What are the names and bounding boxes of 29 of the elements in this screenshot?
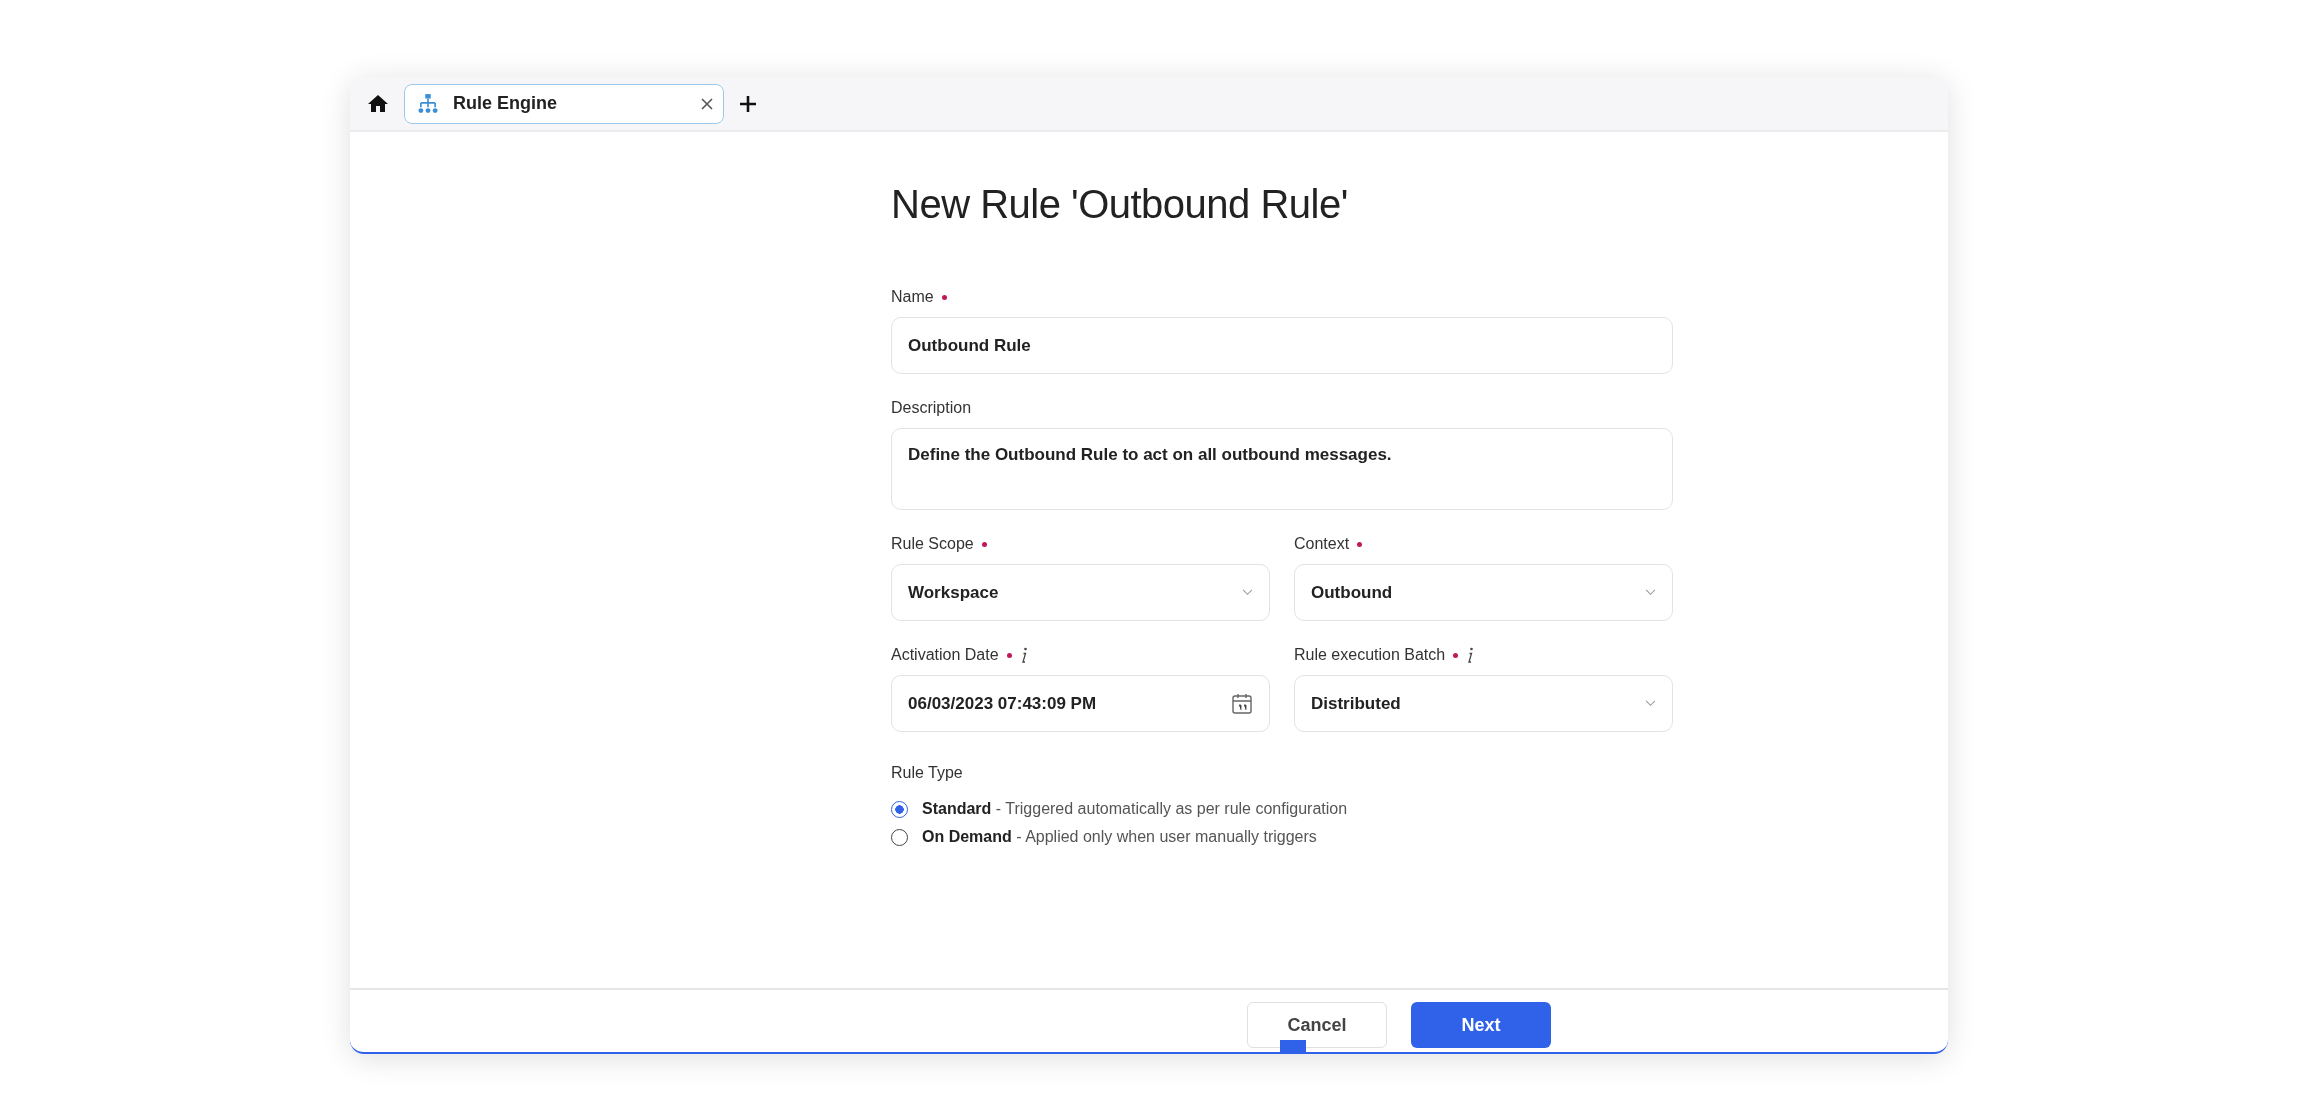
- option-label: Standard - Triggered automatically as per rule configuration: [922, 800, 1348, 818]
- name-input[interactable]: Outbound Rule: [891, 317, 1673, 374]
- select-field[interactable]: Workspace: [891, 564, 1270, 621]
- field-label: Context: [1294, 535, 1350, 553]
- select-field[interactable]: Distributed: [1294, 675, 1673, 732]
- chevron-down-icon: [1242, 589, 1253, 596]
- next-button[interactable]: Next: [1411, 1002, 1551, 1048]
- option-label: On Demand - Applied only when user manually triggers: [922, 828, 1317, 846]
- radio-button[interactable]: [891, 800, 908, 818]
- info-icon[interactable]: [1466, 647, 1475, 663]
- field-label: Rule Type: [891, 764, 964, 782]
- field-label: Name: [891, 288, 934, 306]
- add-tab-icon[interactable]: [738, 93, 758, 114]
- calendar-icon[interactable]: [1231, 692, 1253, 715]
- description-textarea[interactable]: Define the Outbound Rule to act on all outbound messages.: [891, 428, 1673, 510]
- field-label: Activation Date: [891, 646, 999, 664]
- chevron-down-icon: [1645, 589, 1656, 596]
- select-field[interactable]: Outbound: [1294, 564, 1673, 621]
- date-field[interactable]: 06/03/2023 07:43:09 PM: [891, 675, 1270, 732]
- tab[interactable]: Rule Engine: [404, 83, 724, 124]
- field-label: Rule execution Batch: [1294, 646, 1446, 664]
- page-title: New Rule 'Outbound Rule': [891, 182, 1349, 227]
- chevron-down-icon: [1645, 700, 1656, 707]
- field-label: Rule Scope: [891, 535, 974, 553]
- info-icon[interactable]: [1019, 647, 1028, 663]
- close-icon[interactable]: [701, 97, 713, 110]
- hierarchy-icon: [417, 92, 439, 115]
- cancel-button[interactable]: Cancel: [1247, 1002, 1387, 1048]
- field-label: Description: [891, 399, 972, 417]
